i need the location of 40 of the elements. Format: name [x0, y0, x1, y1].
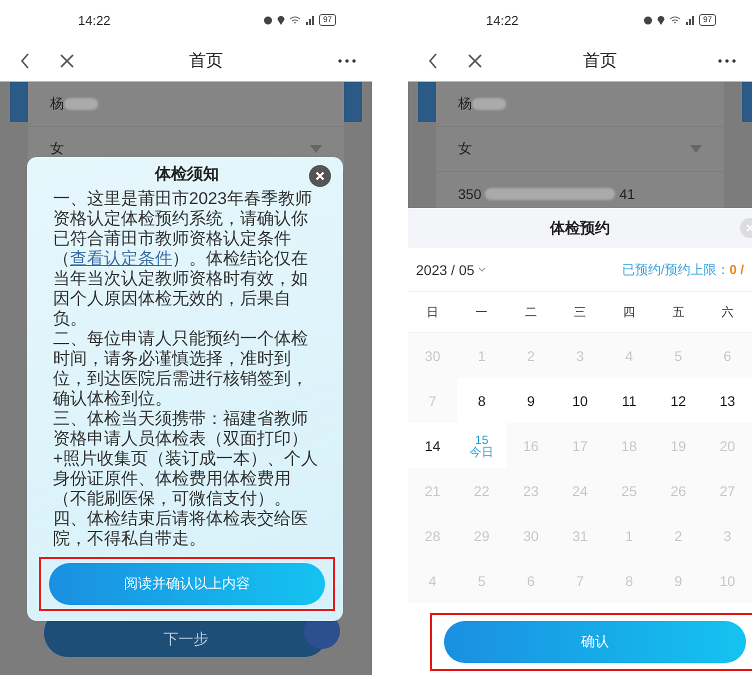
page-title: 首页: [582, 50, 618, 72]
wifi-icon: [669, 16, 682, 24]
signal-icon: [305, 16, 316, 24]
quota-label: 已预约/预约上限：: [622, 260, 730, 278]
select-field[interactable]: 女: [436, 127, 724, 172]
signal-icon: [685, 16, 696, 24]
close-icon[interactable]: [60, 54, 74, 68]
banner-edge: [418, 82, 436, 122]
more-icon[interactable]: [338, 58, 356, 62]
caret-icon: [310, 145, 322, 153]
status-time: 14:22: [78, 12, 111, 28]
back-icon[interactable]: [428, 52, 438, 68]
status-time: 14:22: [486, 12, 519, 28]
battery-indicator: 97: [699, 14, 716, 26]
caret-icon: [478, 267, 486, 272]
back-icon[interactable]: [20, 52, 30, 68]
banner-edge: [742, 82, 752, 122]
notice-paragraph: 二、每位申请人只能预约一个体检时间，请务必谨慎选择，准时到位，到达医院后需进行核销签到，确认体检到位。: [53, 329, 309, 409]
notice-paragraph: 三、体检当天须携带：福建省教师资格申请人员体检表（双面打印）+照片收集页（装订成一本）、个人身份证原件、体检费用体检费用（不能刷医保，可微信支付）。: [53, 409, 319, 509]
notice-paragraph: 一、这里是莆田市2023年春季教师资格认定体检预约系统，请确认你已符合莆田市教师资格认定条件（查看认定条件）。体检结论仅在当年当次认定教师资格时有效，如因个人原因体检无效的，后果自负。: [53, 189, 313, 329]
more-icon[interactable]: [718, 58, 736, 62]
battery-indicator: 97: [319, 14, 336, 26]
month-picker[interactable]: 2023 / 05: [416, 262, 486, 278]
criteria-link[interactable]: 查看认定条件: [70, 249, 172, 268]
banner-edge: [10, 82, 28, 122]
input-field[interactable]: 杨: [436, 82, 724, 127]
caret-icon: [690, 145, 702, 153]
input-field[interactable]: 杨: [28, 82, 344, 127]
notice-paragraph: 四、体检结束后请将体检表交给医院，不得私自带走。: [53, 509, 309, 549]
wifi-icon: [289, 16, 302, 24]
confirm-read-button[interactable]: 阅读并确认以上内容: [49, 563, 325, 605]
close-icon[interactable]: [309, 165, 331, 187]
sheet-title: 体检预约: [550, 218, 610, 238]
confirm-button[interactable]: 确认: [444, 621, 746, 663]
location-icon: [277, 15, 286, 25]
page-title: 首页: [188, 50, 224, 72]
location-icon: [657, 15, 666, 25]
banner-edge: [344, 82, 362, 122]
quota-value: 0 /: [730, 262, 744, 277]
close-icon[interactable]: [468, 54, 482, 68]
